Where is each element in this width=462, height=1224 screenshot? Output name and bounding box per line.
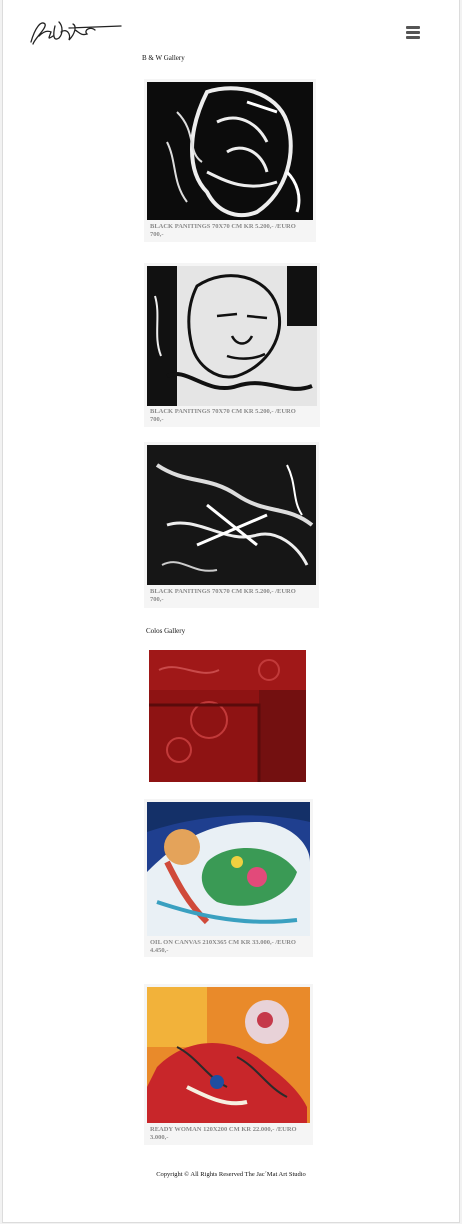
hamburger-menu-icon[interactable] [406, 26, 420, 40]
gallery-item-bw-1[interactable]: BLACK PANITINGS 70X70 CM KR 5.200,- /EUR… [144, 79, 316, 242]
gallery-item-bw-3[interactable]: BLACK PANITINGS 70X70 CM KR 5.200,- /EUR… [144, 442, 319, 608]
menu-bar [406, 26, 420, 29]
signature-logo[interactable] [25, 14, 125, 50]
artwork-image [149, 650, 306, 782]
artwork-caption: BLACK PANITINGS 70X70 CM KR 5.200,- /EUR… [150, 588, 296, 603]
artwork-caption: READY WOMAN 120X200 CM KR 22.000,- /EURO… [150, 1126, 297, 1141]
gallery-item-color-2[interactable]: OIL ON CANVAS 210x365 cm KR 33.000,- /EU… [144, 799, 313, 957]
gallery-item-color-1[interactable] [146, 647, 309, 785]
artwork-image [147, 266, 317, 406]
page: B & W Gallery BLACK PANITINGS 70X70 CM K… [2, 0, 460, 1223]
artwork-caption: BLACK PANITINGS 70X70 CM KR 5.200,- /EUR… [150, 223, 296, 238]
artwork-image [147, 82, 313, 220]
artwork-image [147, 445, 316, 585]
menu-bar [406, 36, 420, 39]
menu-bar [406, 31, 420, 34]
gallery-item-bw-2[interactable]: BLACK PANITINGS 70X70 CM KR 5.200,- /EUR… [144, 263, 320, 427]
artwork-image [147, 987, 310, 1123]
bw-gallery-title: B & W Gallery [142, 54, 185, 62]
gallery-item-color-3[interactable]: READY WOMAN 120X200 CM KR 22.000,- /EURO… [144, 984, 313, 1145]
artwork-caption: BLACK PANITINGS 70X70 CM KR 5.200,- /EUR… [150, 408, 296, 423]
artwork-caption: OIL ON CANVAS 210x365 cm KR 33.000,- /EU… [150, 939, 296, 954]
color-gallery-title: Colos Gallery [146, 627, 186, 635]
artwork-image [147, 802, 310, 936]
footer-copyright: Copyright © All Rights Reserved The Jac´… [156, 1171, 306, 1178]
